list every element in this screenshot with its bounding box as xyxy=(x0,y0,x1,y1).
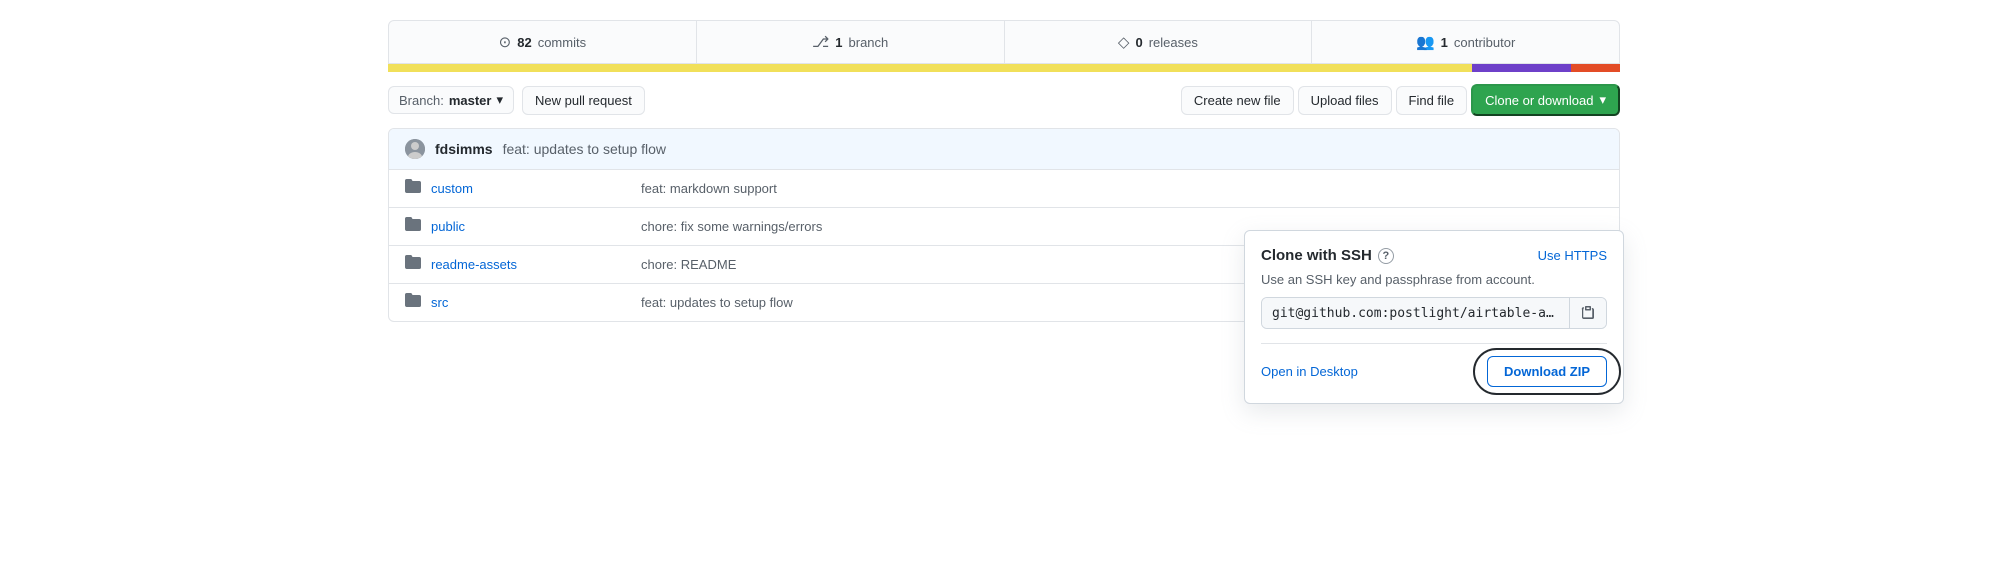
help-icon[interactable]: ? xyxy=(1378,248,1394,264)
clone-description: Use an SSH key and passphrase from accou… xyxy=(1261,272,1607,287)
releases-stat[interactable]: ◇ 0 releases xyxy=(1005,21,1313,63)
use-https-link[interactable]: Use HTTPS xyxy=(1538,248,1607,263)
file-name[interactable]: readme-assets xyxy=(431,257,631,272)
upload-files-label: Upload files xyxy=(1311,93,1379,108)
new-pull-request-label: New pull request xyxy=(535,93,632,108)
open-in-desktop-link[interactable]: Open in Desktop xyxy=(1261,364,1358,379)
lang-html xyxy=(1571,64,1620,72)
releases-label: releases xyxy=(1149,35,1198,50)
file-table-header: fdsimms feat: updates to setup flow xyxy=(389,129,1619,170)
download-zip-wrapper: Download ZIP xyxy=(1487,356,1607,387)
download-zip-button[interactable]: Download ZIP xyxy=(1487,356,1607,387)
clone-dropdown: Clone with SSH ? Use HTTPS Use an SSH ke… xyxy=(1244,230,1624,404)
commits-label: commits xyxy=(538,35,586,50)
commits-count: 82 xyxy=(517,35,531,50)
commits-stat[interactable]: ⊙ 82 commits xyxy=(389,21,697,63)
contributors-stat[interactable]: 👥 1 contributor xyxy=(1312,21,1619,63)
folder-icon xyxy=(405,178,421,199)
branch-dropdown[interactable]: Branch: master ▾ xyxy=(388,86,514,114)
contributors-count: 1 xyxy=(1441,35,1448,50)
toolbar: Branch: master ▾ New pull request Create… xyxy=(388,72,1620,128)
branch-dropdown-icon: ▾ xyxy=(496,92,503,108)
find-file-button[interactable]: Find file xyxy=(1396,86,1468,115)
releases-count: 0 xyxy=(1135,35,1142,50)
file-name[interactable]: src xyxy=(431,295,631,310)
upload-files-button[interactable]: Upload files xyxy=(1298,86,1392,115)
clone-url-row xyxy=(1261,297,1607,329)
lang-css xyxy=(1472,64,1571,72)
file-name[interactable]: custom xyxy=(431,181,631,196)
clone-or-download-label: Clone or download xyxy=(1485,93,1593,108)
download-zip-label: Download ZIP xyxy=(1504,364,1590,379)
clone-title-text: Clone with SSH xyxy=(1261,247,1372,264)
find-file-label: Find file xyxy=(1409,93,1455,108)
stats-bar: ⊙ 82 commits ⎇ 1 branch ◇ 0 releases 👥 1… xyxy=(388,20,1620,64)
clone-actions: Open in Desktop Download ZIP xyxy=(1261,343,1607,387)
clone-header: Clone with SSH ? Use HTTPS xyxy=(1261,247,1607,264)
branches-stat[interactable]: ⎇ 1 branch xyxy=(697,21,1005,63)
commit-author: fdsimms xyxy=(435,141,493,157)
clone-url-input[interactable] xyxy=(1262,298,1569,328)
create-new-file-button[interactable]: Create new file xyxy=(1181,86,1294,115)
clone-title: Clone with SSH ? xyxy=(1261,247,1394,264)
clone-dropdown-icon: ▾ xyxy=(1599,92,1606,108)
lang-js xyxy=(388,64,1472,72)
avatar xyxy=(405,139,425,159)
commit-message: feat: updates to setup flow xyxy=(503,141,666,157)
commits-icon: ⊙ xyxy=(499,33,512,51)
branch-name: master xyxy=(449,93,492,108)
folder-icon xyxy=(405,254,421,275)
branches-icon: ⎇ xyxy=(812,33,829,51)
file-commit: feat: markdown support xyxy=(641,181,1603,196)
table-row: custom feat: markdown support xyxy=(389,170,1619,208)
clone-or-download-button[interactable]: Clone or download ▾ xyxy=(1471,84,1620,116)
branches-label: branch xyxy=(849,35,889,50)
contributors-label: contributor xyxy=(1454,35,1515,50)
copy-url-button[interactable] xyxy=(1569,298,1606,328)
toolbar-right: Create new file Upload files Find file C… xyxy=(1181,84,1620,116)
branches-count: 1 xyxy=(835,35,842,50)
folder-icon xyxy=(405,292,421,313)
folder-icon xyxy=(405,216,421,237)
contributors-icon: 👥 xyxy=(1416,33,1435,51)
toolbar-left: Branch: master ▾ New pull request xyxy=(388,86,645,115)
language-bar xyxy=(388,64,1620,72)
file-name[interactable]: public xyxy=(431,219,631,234)
new-pull-request-button[interactable]: New pull request xyxy=(522,86,645,115)
releases-icon: ◇ xyxy=(1118,33,1130,51)
branch-label: Branch: xyxy=(399,93,444,108)
page-wrapper: ⊙ 82 commits ⎇ 1 branch ◇ 0 releases 👥 1… xyxy=(364,0,1644,342)
create-new-file-label: Create new file xyxy=(1194,93,1281,108)
